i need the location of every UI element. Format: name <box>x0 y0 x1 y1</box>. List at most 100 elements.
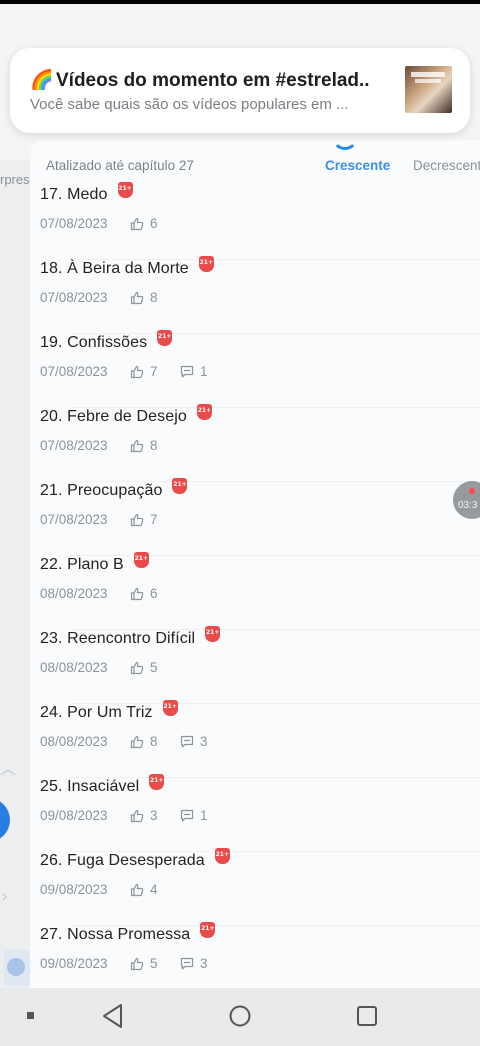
chevron-up-icon: ︿ <box>0 761 17 778</box>
comment-count: 1 <box>200 364 208 379</box>
chapter-row[interactable]: 17. Medo 07/08/2023 6 <box>30 182 480 260</box>
sort-ascending-button[interactable]: Crescente <box>325 158 390 173</box>
age-rating-badge-icon <box>117 182 133 198</box>
comment-count: 1 <box>200 808 208 823</box>
chapter-title-row: 22. Plano B <box>40 552 149 574</box>
chapter-row[interactable]: 22. Plano B 08/08/2023 6 <box>30 552 480 630</box>
notification-title: 🌈 Vídeos do momento em #estrelad.. <box>30 68 390 92</box>
chapter-meta: 07/08/2023 7 1 <box>40 364 208 379</box>
chapter-row[interactable]: 21. Preocupação 07/08/2023 7 <box>30 478 480 556</box>
thumbs-up-icon <box>130 735 144 749</box>
chapter-row[interactable]: 24. Por Um Triz 08/08/2023 8 3 <box>30 700 480 778</box>
chapter-title-row: 20. Febre de Desejo <box>40 404 212 426</box>
chapter-date: 08/08/2023 <box>40 586 108 601</box>
comment-icon <box>180 365 194 378</box>
thumbs-up-icon <box>130 661 144 675</box>
chevron-right-icon: › <box>2 888 8 905</box>
chapter-row[interactable]: 19. Confissões 07/08/2023 7 1 <box>30 330 480 408</box>
chapter-meta: 07/08/2023 7 <box>40 512 174 527</box>
chapter-title-row: 21. Preocupação <box>40 478 188 500</box>
chapter-meta: 07/08/2023 8 <box>40 438 174 453</box>
like-count: 5 <box>150 956 158 971</box>
chapter-date: 07/08/2023 <box>40 364 108 379</box>
chapter-row[interactable]: 23. Reencontro Difícil 08/08/2023 5 <box>30 626 480 704</box>
chapter-meta: 07/08/2023 6 <box>40 216 174 231</box>
chapter-title: 20. Febre de Desejo <box>40 408 187 425</box>
chapter-row[interactable]: 25. Insaciável 09/08/2023 3 1 <box>30 774 480 852</box>
chapter-row[interactable]: 27. Nossa Promessa 09/08/2023 5 3 <box>30 922 480 990</box>
floating-blue-button[interactable] <box>0 798 10 842</box>
like-count: 7 <box>150 512 158 527</box>
record-dot-icon <box>469 488 475 494</box>
peek-text: rpres <box>0 172 30 187</box>
age-rating-badge-icon <box>149 774 165 790</box>
chapter-title-row: 17. Medo <box>40 182 133 204</box>
chapter-meta: 07/08/2023 8 <box>40 290 174 305</box>
like-count: 5 <box>150 660 158 675</box>
chapter-title: 27. Nossa Promessa <box>40 926 191 943</box>
chapter-title: 19. Confissões <box>40 334 148 351</box>
thumbs-up-icon <box>130 291 144 305</box>
chapter-date: 07/08/2023 <box>40 438 108 453</box>
chapter-title: 18. À Beira da Morte <box>40 260 189 277</box>
age-rating-badge-icon <box>198 256 214 272</box>
notification-thumbnail <box>405 66 452 113</box>
like-count: 6 <box>150 216 158 231</box>
like-count: 4 <box>150 882 158 897</box>
notification-title-text: Vídeos do momento em #estrelad.. <box>56 70 370 91</box>
rainbow-icon: 🌈 <box>30 70 54 91</box>
chapter-title-row: 25. Insaciável <box>40 774 165 796</box>
thumbs-up-icon <box>130 957 144 971</box>
sort-descending-button[interactable]: Decrescente <box>413 158 480 173</box>
age-rating-badge-icon <box>200 922 216 938</box>
age-rating-badge-icon <box>172 478 188 494</box>
age-rating-badge-icon <box>196 404 212 420</box>
chapter-title: 26. Fuga Desesperada <box>40 852 205 869</box>
sort-bar: Atalizado até capítulo 27 Crescente Decr… <box>30 158 480 178</box>
menu-square-icon[interactable] <box>27 1012 34 1019</box>
home-circle-icon[interactable] <box>228 1004 252 1028</box>
chapter-date: 08/08/2023 <box>40 734 108 749</box>
chapter-title: 23. Reencontro Difícil <box>40 630 196 647</box>
age-rating-badge-icon <box>205 626 221 642</box>
thumbs-up-icon <box>130 587 144 601</box>
mascot-avatar[interactable] <box>4 950 30 986</box>
chapter-title: 24. Por Um Triz <box>40 704 153 721</box>
push-notification[interactable]: 🌈 Vídeos do momento em #estrelad.. Você s… <box>10 48 470 133</box>
thumbs-up-icon <box>130 809 144 823</box>
updated-until-label: Atalizado até capítulo 27 <box>46 158 194 173</box>
age-rating-badge-icon <box>157 330 173 346</box>
comment-icon <box>180 809 194 822</box>
age-rating-badge-icon <box>133 552 149 568</box>
chapter-date: 09/08/2023 <box>40 808 108 823</box>
chapter-title: 17. Medo <box>40 186 108 203</box>
comment-icon <box>180 957 194 970</box>
chapter-date: 07/08/2023 <box>40 290 108 305</box>
chapter-meta: 09/08/2023 5 3 <box>40 956 208 971</box>
chapter-title: 21. Preocupação <box>40 482 163 499</box>
like-count: 8 <box>150 438 158 453</box>
chapter-date: 08/08/2023 <box>40 660 108 675</box>
thumbs-up-icon <box>130 513 144 527</box>
chapter-meta: 08/08/2023 8 3 <box>40 734 208 749</box>
chapter-row[interactable]: 18. À Beira da Morte 07/08/2023 8 <box>30 256 480 334</box>
thumbs-up-icon <box>130 365 144 379</box>
chapter-date: 07/08/2023 <box>40 512 108 527</box>
thumbs-up-icon <box>130 217 144 231</box>
chapter-date: 09/08/2023 <box>40 956 108 971</box>
chapter-row[interactable]: 26. Fuga Desesperada 09/08/2023 4 <box>30 848 480 926</box>
chapter-meta: 09/08/2023 3 1 <box>40 808 208 823</box>
like-count: 7 <box>150 364 158 379</box>
comment-icon <box>180 735 194 748</box>
chapter-title-row: 18. À Beira da Morte <box>40 256 214 278</box>
chapter-meta: 09/08/2023 4 <box>40 882 174 897</box>
chapter-row[interactable]: 20. Febre de Desejo 07/08/2023 8 <box>30 404 480 482</box>
chapter-title: 22. Plano B <box>40 556 124 573</box>
back-triangle-icon[interactable] <box>101 1003 125 1029</box>
age-rating-badge-icon <box>214 848 230 864</box>
chapter-list-panel: Atalizado até capítulo 27 Crescente Decr… <box>30 140 480 990</box>
chapter-title-row: 19. Confissões <box>40 330 173 352</box>
background-page-peek: rpres ︿ › <box>0 160 30 990</box>
recents-square-icon[interactable] <box>356 1005 378 1027</box>
chapter-title-row: 24. Por Um Triz <box>40 700 178 722</box>
